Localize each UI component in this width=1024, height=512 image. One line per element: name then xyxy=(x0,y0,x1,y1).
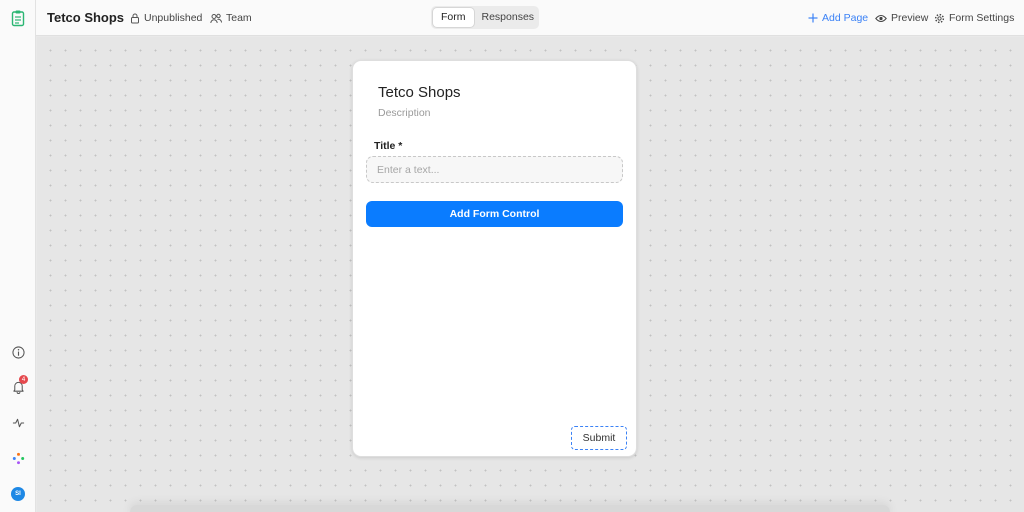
lock-icon xyxy=(131,13,139,23)
plus-icon xyxy=(808,13,818,23)
sparkle-icon[interactable] xyxy=(8,448,28,468)
team-icon xyxy=(210,13,222,23)
team-label: Team xyxy=(226,12,252,24)
gear-icon xyxy=(934,13,945,23)
activity-icon[interactable] xyxy=(8,413,28,433)
eye-icon xyxy=(875,14,887,22)
submit-button[interactable]: Submit xyxy=(571,426,627,450)
bell-icon[interactable]: 4 xyxy=(8,375,28,397)
status-label: Unpublished xyxy=(144,12,203,24)
form-settings-button[interactable]: Form Settings xyxy=(934,12,1014,24)
tab-form[interactable]: Form xyxy=(433,8,474,27)
add-page-label: Add Page xyxy=(822,12,869,24)
team-selector[interactable]: Team xyxy=(210,12,252,24)
tab-responses[interactable]: Responses xyxy=(474,8,543,27)
form-title[interactable]: Tetco Shops xyxy=(378,84,461,101)
top-header: Tetco Shops Unpublished Team Form Respon… xyxy=(36,0,1024,36)
title-input[interactable] xyxy=(366,156,623,183)
form-description[interactable]: Description xyxy=(378,107,431,119)
form-card: Tetco Shops Description Title * Add Form… xyxy=(352,60,637,457)
title-field-label: Title * xyxy=(374,140,403,152)
preview-label: Preview xyxy=(891,12,929,24)
info-icon[interactable] xyxy=(8,342,28,362)
form-icon[interactable] xyxy=(10,9,26,27)
view-toggle: Form Responses xyxy=(431,6,539,29)
avatar-initials: SI xyxy=(11,487,25,501)
form-settings-label: Form Settings xyxy=(949,12,1015,24)
notification-badge: 4 xyxy=(19,375,28,384)
publish-status[interactable]: Unpublished xyxy=(130,12,202,24)
page-title: Tetco Shops xyxy=(47,10,125,25)
left-rail: 4 SI xyxy=(0,0,36,512)
avatar[interactable]: SI xyxy=(8,484,28,504)
canvas-bottom-edge xyxy=(130,505,890,512)
preview-button[interactable]: Preview xyxy=(875,12,928,24)
add-form-control-button[interactable]: Add Form Control xyxy=(366,201,623,227)
add-page-button[interactable]: Add Page xyxy=(808,12,868,24)
